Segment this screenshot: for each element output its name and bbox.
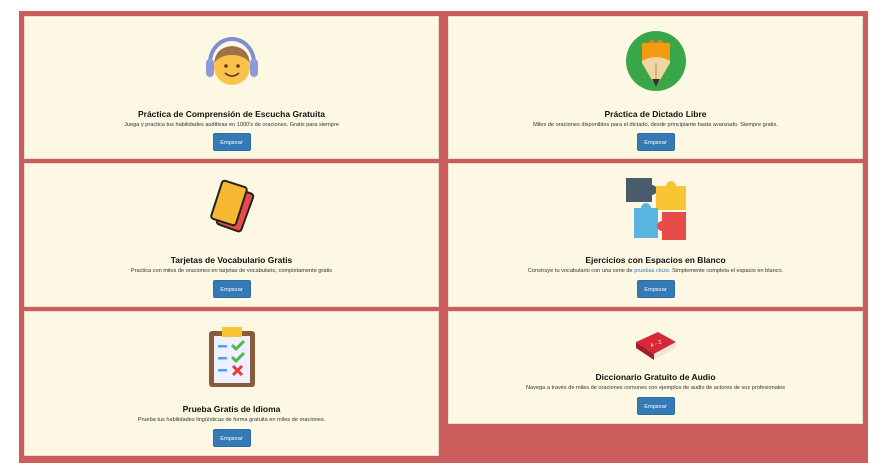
pencil-tip-icon: [624, 29, 688, 93]
card-title: Tarjetas de Vocabulario Gratis: [170, 255, 293, 265]
card-dictation: Práctica de Dictado Libre Miles de oraci…: [448, 16, 863, 159]
headphones-face-icon: [200, 29, 264, 93]
card-description: Juega y practica tus habilidades auditiv…: [124, 122, 339, 128]
start-button[interactable]: Empezar: [636, 397, 675, 415]
card-title: Ejercicios con Espacios en Blanco: [585, 255, 726, 265]
card-title: Práctica de Comprensión de Escucha Gratu…: [137, 109, 326, 119]
start-button[interactable]: Empezar: [212, 133, 251, 151]
puzzle-icon: [624, 176, 688, 242]
clipboard-checklist-icon: [205, 325, 259, 389]
card-title: Prueba Gratis de Idioma: [182, 404, 281, 414]
flashcards-icon: [204, 177, 260, 241]
cards-container: Práctica de Comprensión de Escucha Gratu…: [19, 11, 868, 463]
start-button[interactable]: Empezar: [636, 280, 675, 298]
card-flashcards: Tarjetas de Vocabulario Gratis Practica …: [24, 163, 439, 307]
card-description: Prueba tus habilidades lingüísticas de f…: [137, 417, 326, 423]
start-button[interactable]: Empezar: [636, 133, 675, 151]
dictionary-book-icon: A - Z: [632, 328, 680, 364]
card-title: Práctica de Dictado Libre: [604, 109, 707, 119]
card-description: Miles de oraciones disponibles para el d…: [533, 122, 778, 128]
start-button[interactable]: Empezar: [212, 429, 251, 447]
cloze-tests-link[interactable]: pruebas cloze: [634, 268, 669, 274]
card-listening: Práctica de Comprensión de Escucha Gratu…: [24, 16, 439, 159]
card-cloze: Ejercicios con Espacios en Blanco Constr…: [448, 163, 863, 307]
card-title: Diccionario Gratuito de Audio: [595, 372, 716, 382]
card-language-test: Prueba Gratis de Idioma Prueba tus habil…: [24, 311, 439, 456]
card-description: Construye tu vocabulario con una serie d…: [527, 268, 784, 274]
card-description: Practica con miles de oraciones en tarje…: [130, 268, 333, 274]
start-button[interactable]: Empezar: [212, 280, 251, 298]
card-description: Navega a través de miles de oraciones co…: [525, 385, 786, 391]
card-audio-dictionary: A - Z Diccionario Gratuito de Audio Nave…: [448, 311, 863, 424]
